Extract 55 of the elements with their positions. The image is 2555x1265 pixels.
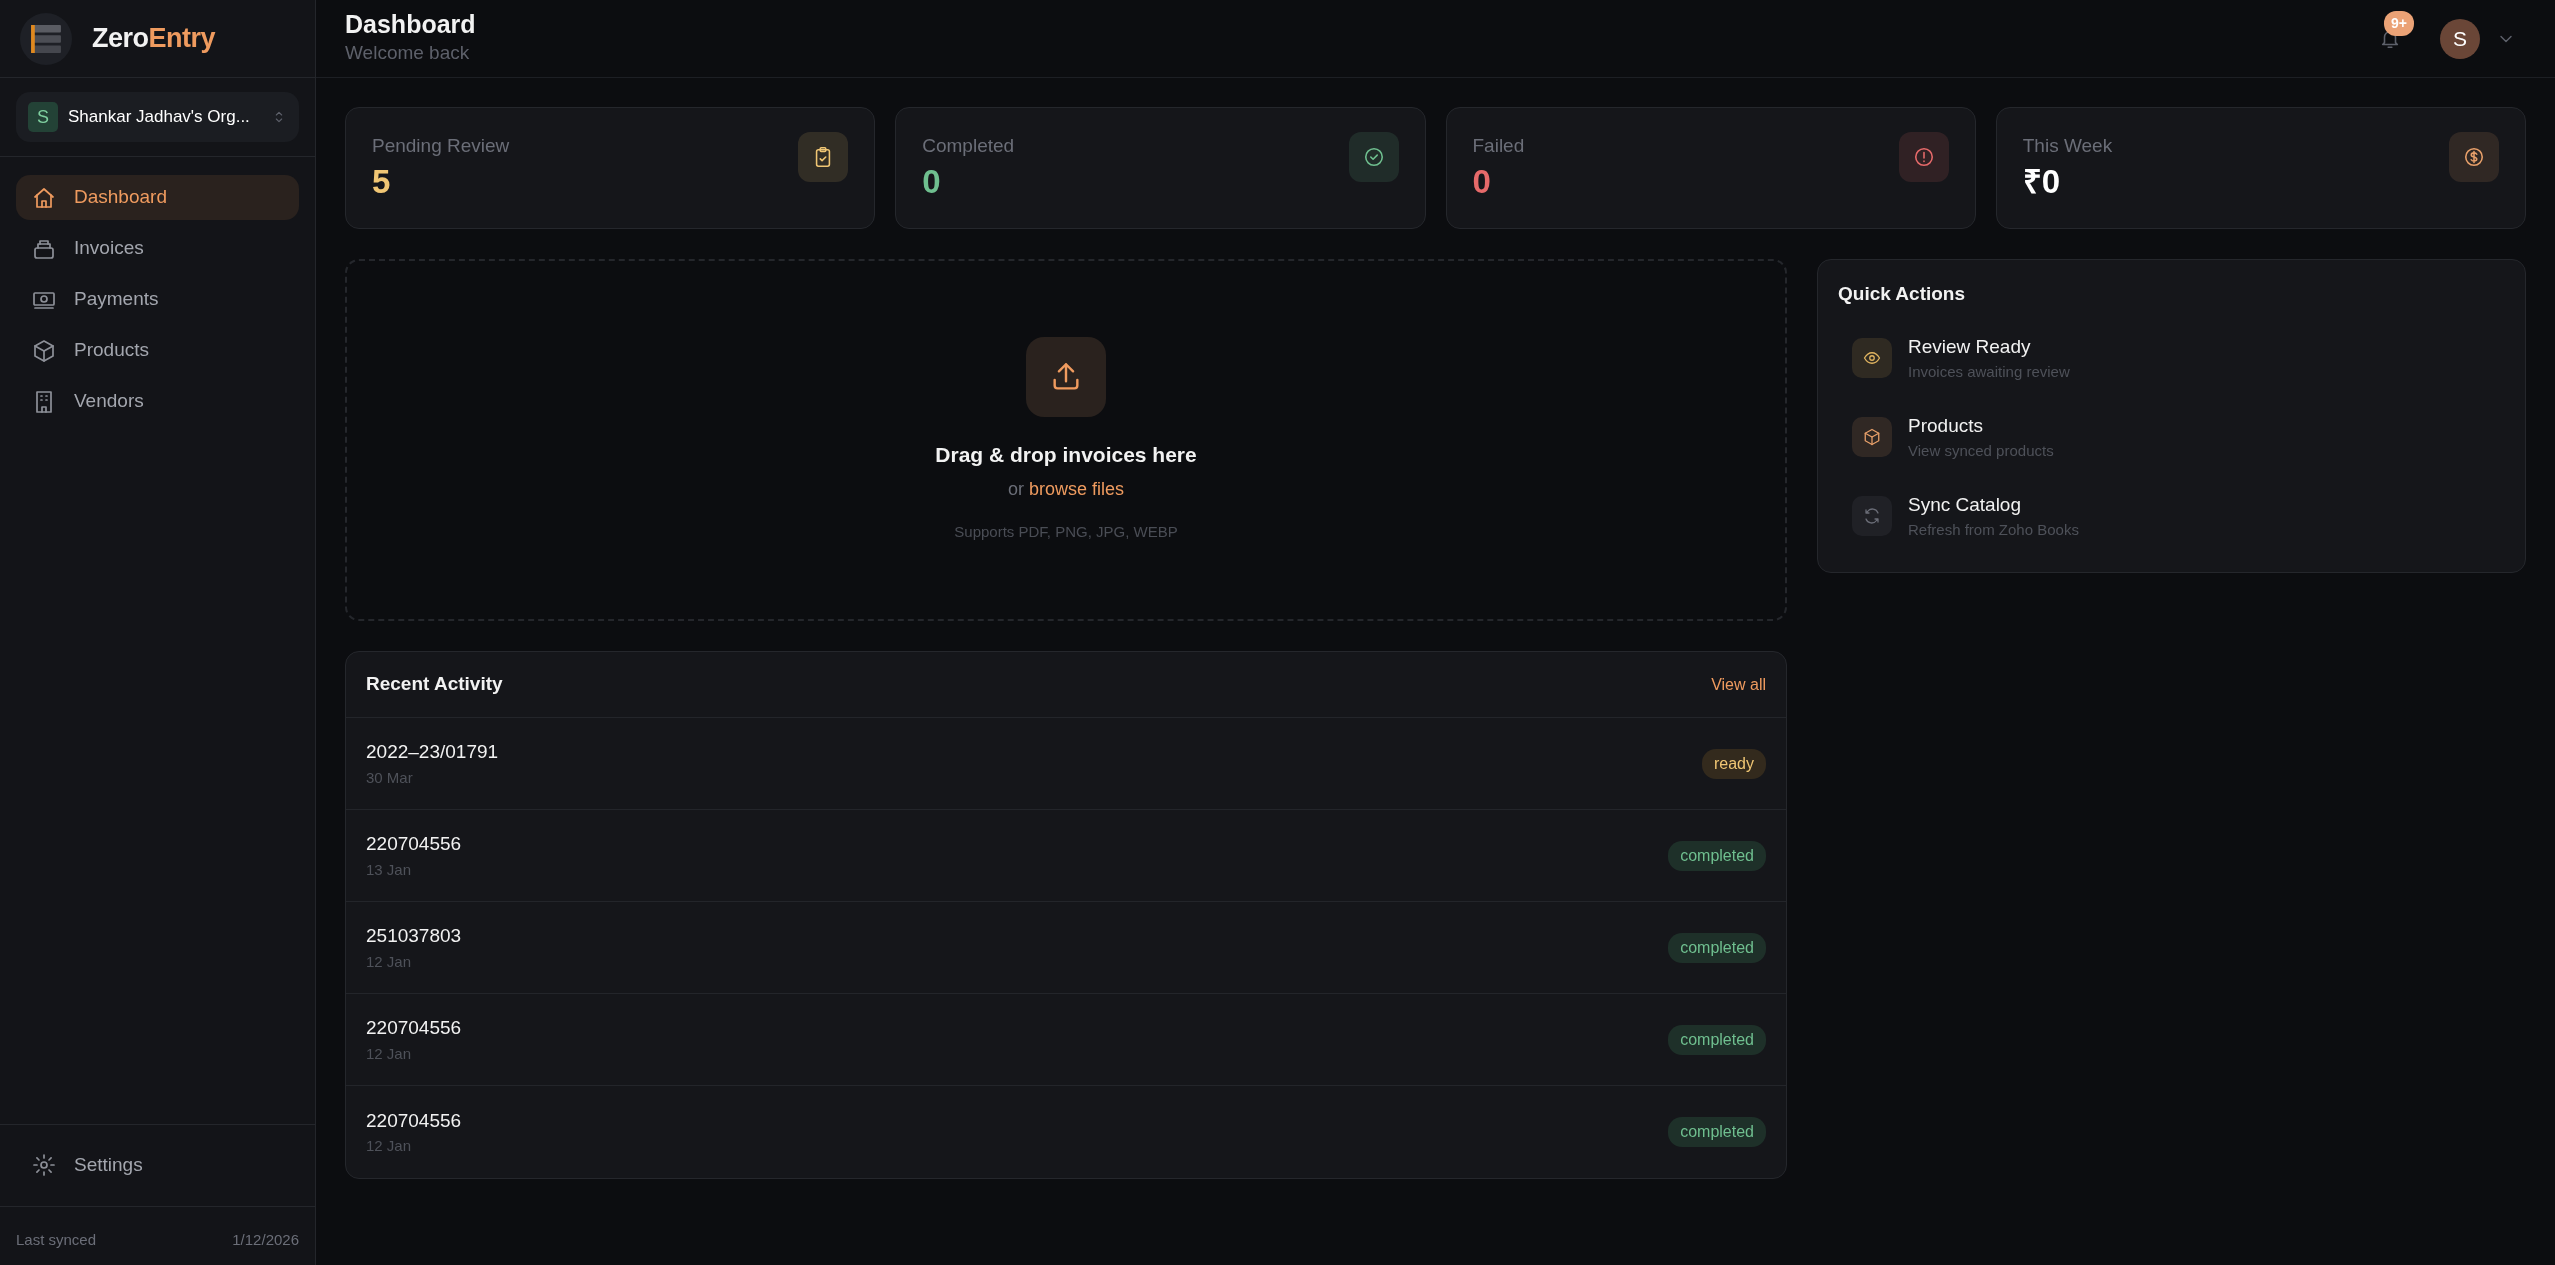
quick-action[interactable]: Products View synced products <box>1818 397 2525 477</box>
invoice-date: 12 Jan <box>366 1136 413 1156</box>
page-subtitle: Welcome back <box>345 41 471 66</box>
invoice-number[interactable]: 220704556 <box>366 830 462 859</box>
upload-dropzone[interactable]: Drag & drop invoices here or browse files Supports PDF, PNG, JPG, WEBP <box>345 259 1787 621</box>
sidebar-item[interactable]: Products <box>16 328 299 373</box>
invoice-date: 12 Jan <box>366 1043 413 1064</box>
quick-action[interactable]: Review Ready Invoices awaiting review <box>1818 318 2525 398</box>
invoice-date: 12 Jan <box>366 951 413 972</box>
stat-value: ₹0 <box>2022 161 2062 202</box>
card-title: Recent Activity <box>366 672 503 697</box>
invoice-number[interactable]: 2022–23/01791 <box>366 738 499 767</box>
sidebar-item[interactable]: Dashboard <box>16 175 299 220</box>
last-synced-date: 1/12/2026 <box>232 1229 299 1250</box>
stat-label: Failed <box>1472 134 1525 158</box>
sidebar-item[interactable]: Invoices <box>16 226 299 271</box>
last-synced-label: Last synced <box>16 1229 97 1250</box>
box-icon <box>1863 428 1881 446</box>
brand-name: ZeroEntry <box>92 22 216 56</box>
home-icon <box>32 185 56 210</box>
page-title: Dashboard <box>345 9 477 40</box>
eye-icon <box>1863 349 1881 367</box>
invoice-number[interactable]: 251037803 <box>366 922 462 951</box>
invoice-number[interactable]: 220704556 <box>366 1014 462 1043</box>
dropzone-title: Drag & drop invoices here <box>935 441 1197 468</box>
box-icon <box>32 338 56 363</box>
settings-icon <box>32 1153 56 1177</box>
or-text: or <box>1007 479 1024 499</box>
status-badge: completed <box>1668 1117 1766 1147</box>
sidebar-item[interactable]: Payments <box>16 277 299 322</box>
stat-value: 5 <box>372 161 392 202</box>
invoice-date: 13 Jan <box>366 859 413 880</box>
stat-label: This Week <box>2022 134 2113 158</box>
browse-files-link[interactable]: browse files <box>1029 479 1125 499</box>
stat-label: Pending Review <box>372 134 510 158</box>
quick-action[interactable]: Sync Catalog Refresh from Zoho Books <box>1818 476 2525 556</box>
card-title: Quick Actions <box>1837 282 1967 306</box>
status-badge: completed <box>1668 932 1766 963</box>
status-badge: ready <box>1701 748 1766 779</box>
sync-icon <box>1863 507 1881 525</box>
notification-badge: 9+ <box>2384 10 2414 36</box>
invoice-number[interactable]: 220704556 <box>366 1106 462 1135</box>
stat-value: 0 <box>922 161 942 202</box>
sidebar-item[interactable]: Vendors <box>16 379 299 424</box>
logo-icon <box>31 24 61 53</box>
user-avatar[interactable]: S <box>2440 18 2480 59</box>
supported-formats: Supports PDF, PNG, JPG, WEBP <box>954 522 1178 542</box>
settings-link[interactable]: Settings <box>16 1142 299 1188</box>
invoice-date: 30 Mar <box>366 767 414 788</box>
status-badge: completed <box>1668 1024 1766 1055</box>
organization-switcher[interactable]: S Shankar Jadhav's Org... <box>16 92 299 142</box>
stat-label: Completed <box>922 134 1015 158</box>
status-badge: completed <box>1668 840 1766 871</box>
view-all-link[interactable]: View all <box>1711 672 1766 697</box>
stat-value: 0 <box>1472 161 1492 202</box>
